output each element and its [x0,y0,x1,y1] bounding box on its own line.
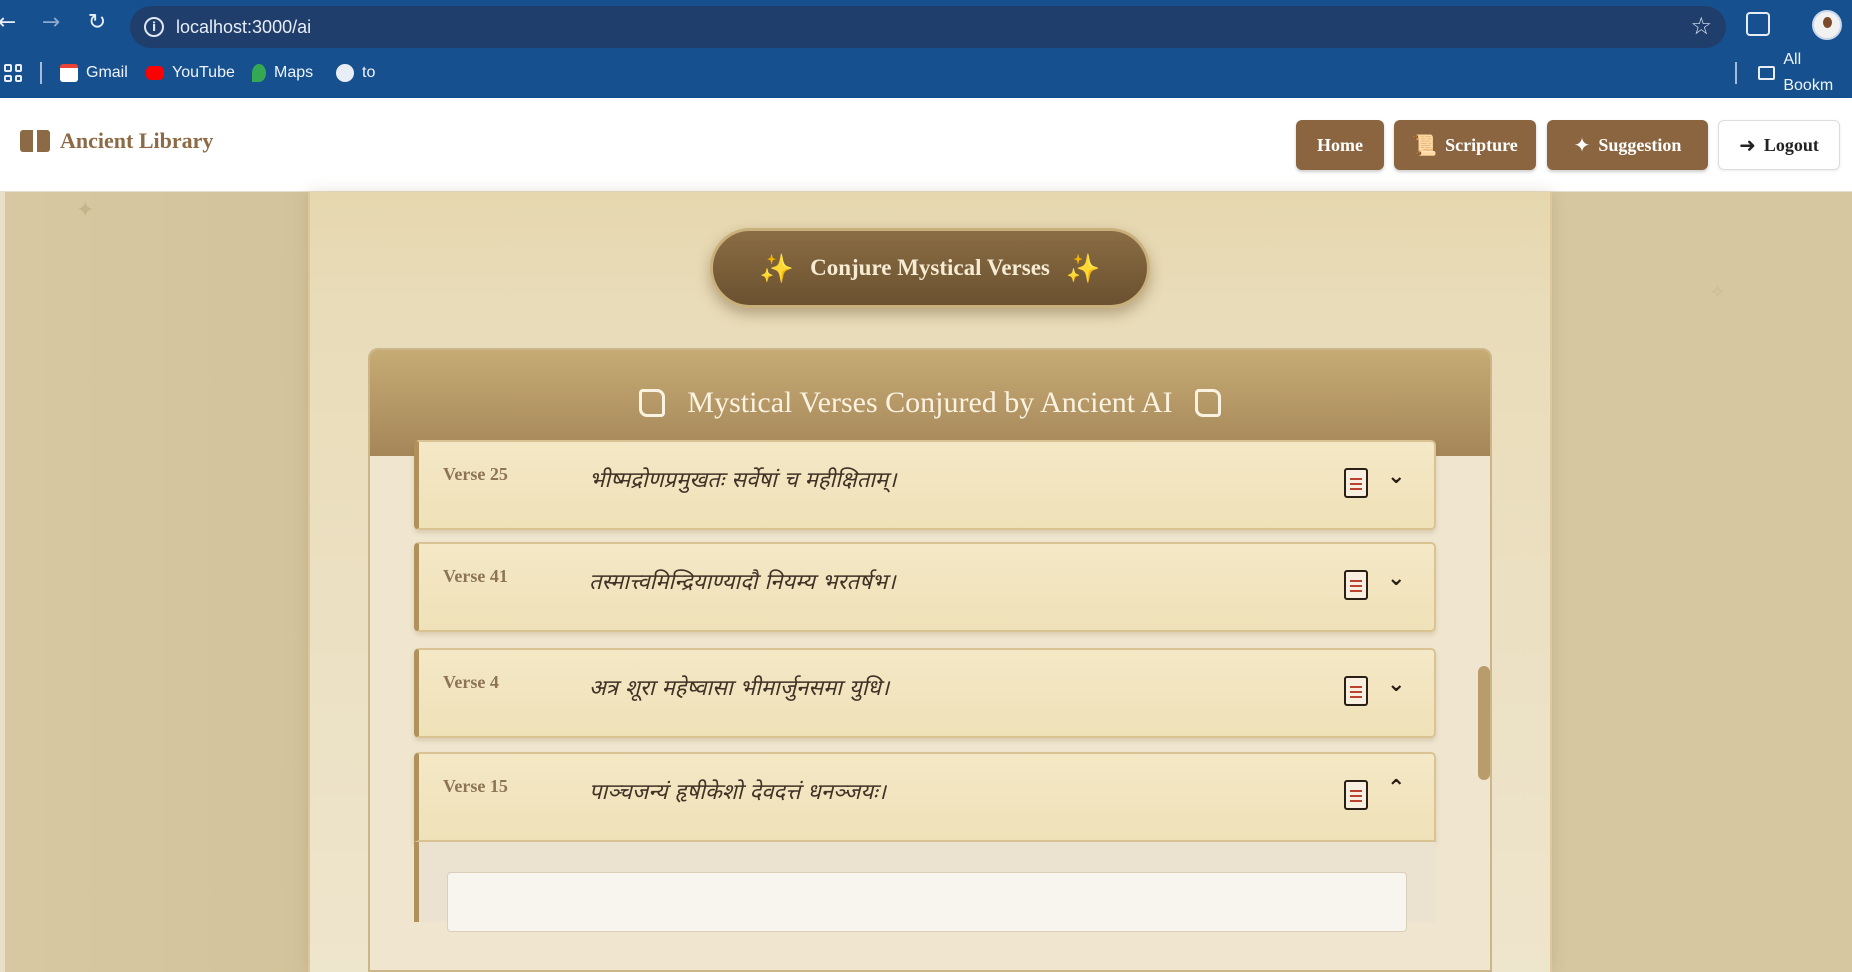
folder-icon [1758,66,1776,80]
book-icon [20,130,50,152]
home-button[interactable]: Home [1296,120,1384,170]
verse-text: तस्मात्त्वमिन्द्रियाण्यादौ नियम्य भरतर्ष… [589,570,896,595]
sparkle-icon: ✧ [1710,282,1726,303]
bookmarks-divider [40,62,42,84]
all-bookmarks[interactable]: All Bookm [1758,51,1852,94]
home-label: Home [1317,134,1363,155]
profile-avatar[interactable] [1812,10,1842,40]
scroll-icon [639,389,666,417]
extensions-icon[interactable] [1746,12,1770,36]
apps-grid-icon[interactable] [4,64,22,82]
panel-scrollbar[interactable] [1478,666,1490,780]
conjure-label: Conjure Mystical Verses [810,255,1050,280]
verse-details-content [447,872,1407,932]
page-background-left [0,192,308,972]
browser-toolbar: ← → ↻ i localhost:3000/ai ☆ [0,0,1852,49]
scripture-label: Scripture [1445,134,1518,155]
bookmark-gmail[interactable]: Gmail [60,60,128,86]
scroll-document-icon[interactable] [1344,780,1368,810]
verse-text: पाञ्चजन्यं हृषीकेशो देवदत्तं धनञ्जयः। [589,780,886,805]
chevron-down-icon[interactable]: ⌄ [1387,566,1405,591]
verse-text: अत्र शूरा महेष्वासा भीमार्जुनसमा युधि। [589,676,890,701]
url-text[interactable]: localhost:3000/ai [176,17,311,38]
verse-card[interactable]: Verse 4 अत्र शूरा महेष्वासा भीमार्जुनसमा… [414,648,1436,738]
bookmark-to[interactable]: to [336,60,375,86]
brand-name: Ancient Library [60,128,214,153]
sparkles-icon: ✦ [1573,133,1591,157]
verse-card[interactable]: Verse 25 भीष्मद्रोणप्रमुखतः सर्वेषां च म… [414,440,1436,530]
chevron-down-icon[interactable]: ⌄ [1387,672,1405,697]
scroll-icon: 📜 [1412,133,1438,157]
verse-text: भीष्मद्रोणप्रमुखतः सर्वेषां च महीक्षिताम… [589,468,897,493]
verse-card[interactable]: Verse 41 तस्मात्त्वमिन्द्रियाण्यादौ नियम… [414,542,1436,632]
bookmark-label: Maps [274,64,314,81]
sign-out-icon: ➜ [1739,133,1756,157]
sparkles-icon: ✨ [759,251,795,285]
verse-details [414,842,1436,932]
globe-icon [336,64,354,82]
page-background-right [1552,192,1852,972]
verse-number: Verse 41 [443,566,508,586]
maps-icon [252,64,266,82]
sparkle-icon: ✦ [76,198,95,223]
bookmark-label: YouTube [172,64,235,81]
verse-number: Verse 25 [443,464,508,484]
bookmark-maps[interactable]: Maps [252,60,313,86]
bookmark-label: to [362,64,376,81]
bookmarks-divider-right [1735,62,1737,84]
scripture-button[interactable]: 📜 Scripture [1394,120,1536,170]
suggestion-button[interactable]: ✦ Suggestion [1547,120,1708,170]
chevron-up-icon[interactable]: ⌃ [1387,776,1405,801]
brand-logo[interactable]: Ancient Library [20,128,213,154]
scroll-document-icon[interactable] [1344,468,1368,498]
scroll-document-icon[interactable] [1344,570,1368,600]
conjure-verses-button[interactable]: ✨ Conjure Mystical Verses ✨ [710,228,1150,308]
site-info-icon[interactable]: i [144,17,164,37]
bookmark-star-icon[interactable]: ☆ [1690,12,1712,40]
app-header: Ancient Library Home 📜 Scripture ✦ Sugge… [0,98,1852,192]
reload-icon[interactable]: ↻ [84,10,110,36]
verse-number: Verse 4 [443,672,499,692]
bookmark-label: Gmail [86,64,128,81]
panel-title: Mystical Verses Conjured by Ancient AI [687,386,1173,419]
verse-number: Verse 15 [443,776,508,796]
logout-button[interactable]: ➜ Logout [1718,120,1840,170]
address-bar[interactable]: i localhost:3000/ai ☆ [130,6,1726,48]
youtube-icon [146,66,164,80]
verses-panel: Mystical Verses Conjured by Ancient AI V… [368,348,1492,972]
verse-card-expanded[interactable]: Verse 15 पाञ्चजन्यं हृषीकेशो देवदत्तं धन… [414,752,1436,842]
gmail-icon [60,64,78,82]
scroll-document-icon[interactable] [1344,676,1368,706]
back-icon[interactable]: ← [0,10,20,36]
chevron-down-icon[interactable]: ⌄ [1387,464,1405,489]
logout-label: Logout [1763,134,1819,155]
bookmark-youtube[interactable]: YouTube [146,60,235,86]
scroll-icon [1194,389,1221,417]
suggestion-label: Suggestion [1598,134,1682,155]
all-bookmarks-label: All Bookm [1783,51,1834,94]
sparkles-icon: ✨ [1065,251,1101,285]
forward-icon[interactable]: → [38,10,64,36]
